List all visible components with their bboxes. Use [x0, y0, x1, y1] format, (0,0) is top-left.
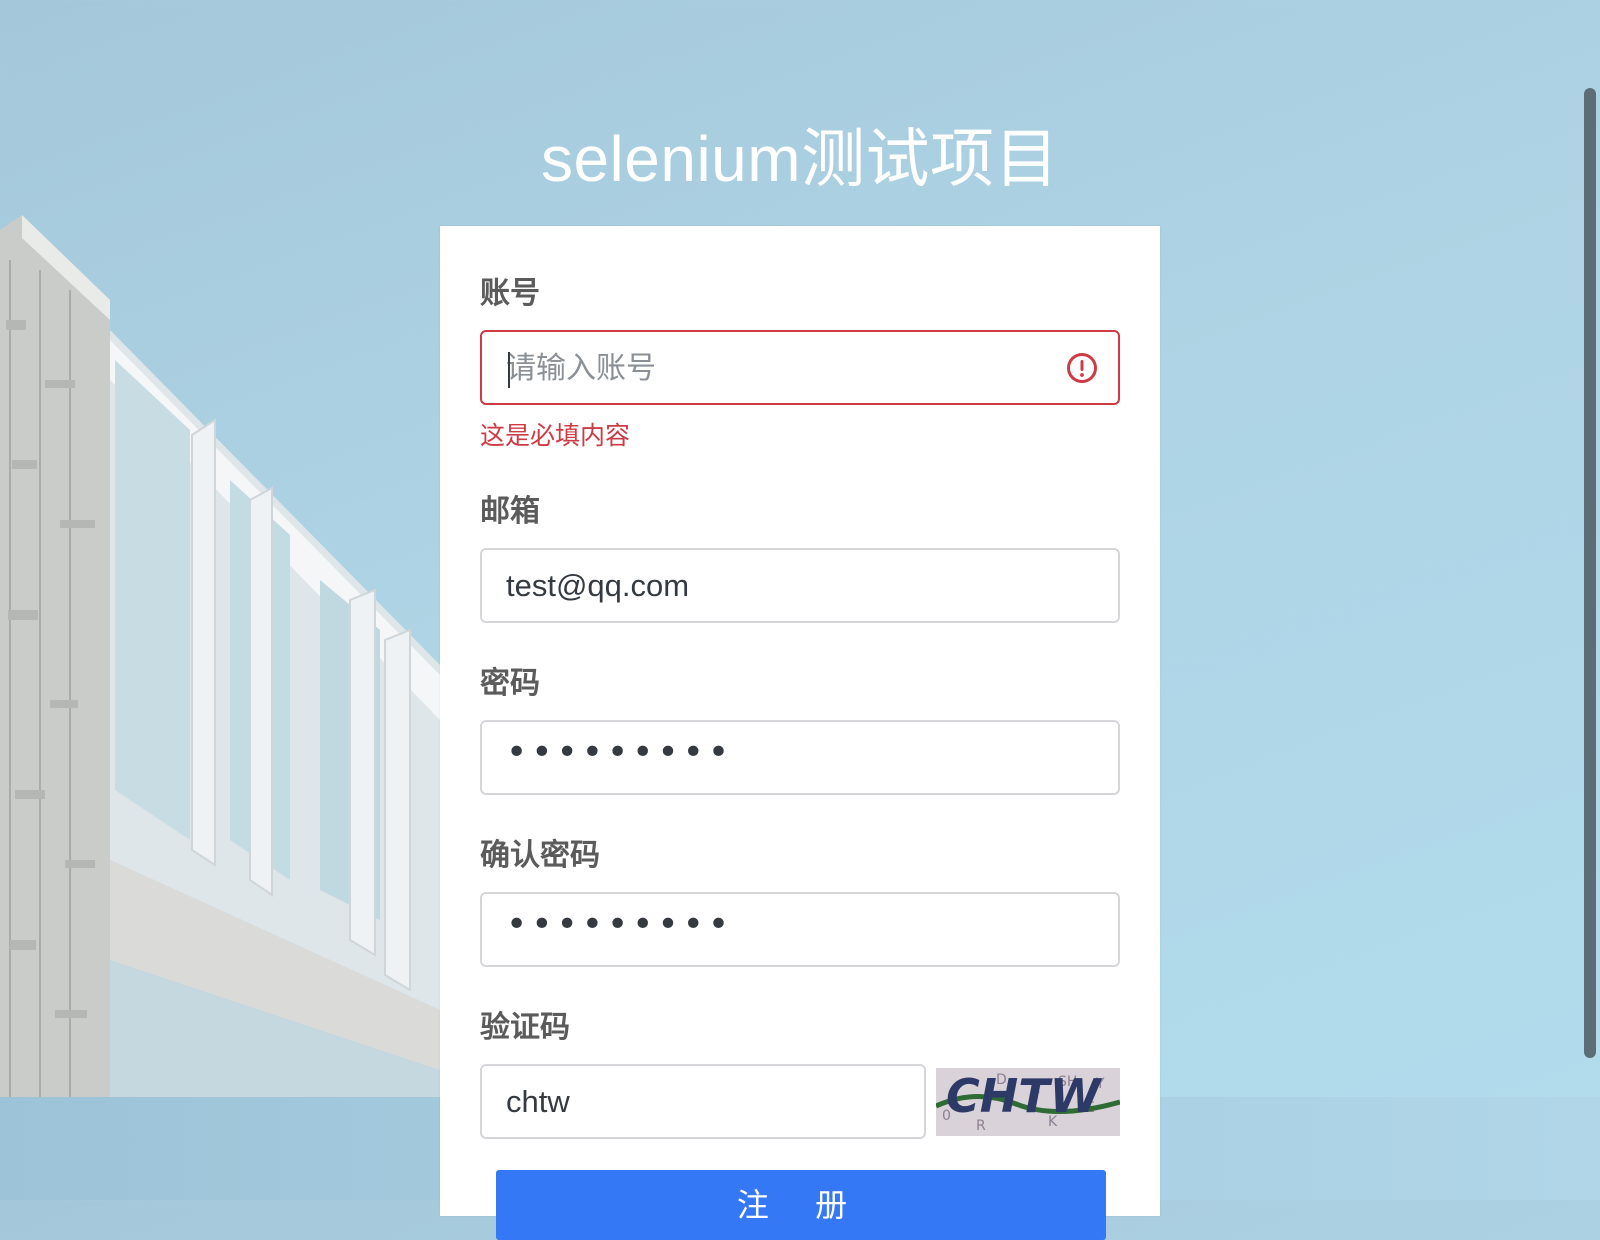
text-caret: [508, 352, 510, 388]
account-label: 账号: [480, 276, 540, 311]
captcha-label: 验证码: [480, 1010, 570, 1045]
confirm-password-field[interactable]: •••••••••: [480, 892, 1120, 967]
captcha-field[interactable]: [480, 1064, 926, 1139]
page-title: selenium测试项目: [540, 123, 1060, 195]
register-button[interactable]: 注 册: [496, 1170, 1106, 1240]
account-input[interactable]: [506, 332, 1066, 403]
password-field[interactable]: •••••••••: [480, 720, 1120, 795]
email-input[interactable]: [506, 550, 1066, 621]
password-label: 密码: [480, 666, 540, 701]
confirm-password-masked-value: •••••••••: [506, 904, 734, 945]
error-alert-icon: [1067, 353, 1097, 383]
password-masked-value: •••••••••: [506, 732, 734, 773]
page-scrollbar[interactable]: [1576, 0, 1600, 1200]
captcha-image[interactable]: 0DR TSHK EY CHTW: [936, 1068, 1120, 1136]
captcha-input[interactable]: [506, 1066, 906, 1137]
account-field[interactable]: [480, 330, 1120, 405]
captcha-char-c: CHTW: [946, 1069, 1103, 1123]
register-form-card: 账号 这是必填内容 邮箱 密码 ••••••••• 确认密码 •••••••••…: [440, 226, 1160, 1240]
account-error-message: 这是必填内容: [480, 421, 631, 450]
email-field[interactable]: [480, 548, 1120, 623]
scrollbar-thumb[interactable]: [1584, 88, 1596, 1058]
confirm-password-label: 确认密码: [480, 838, 600, 873]
email-label: 邮箱: [480, 494, 540, 529]
